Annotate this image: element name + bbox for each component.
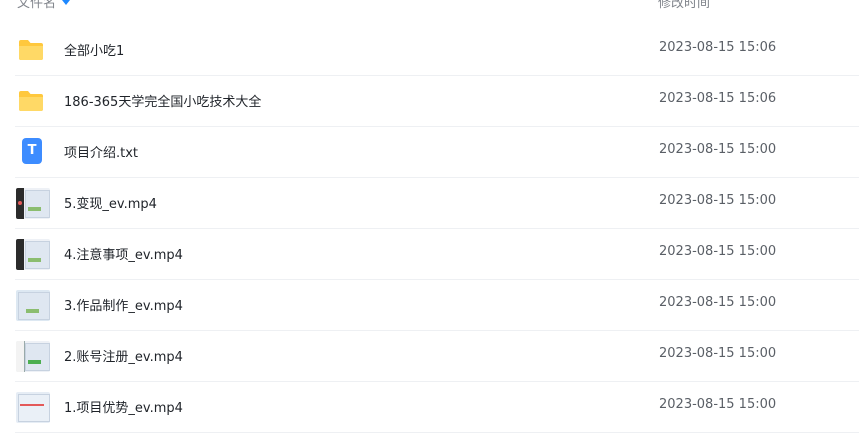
file-name[interactable]: 1.项目优势_ev.mp4 bbox=[64, 397, 183, 416]
file-modified-time: 2023-08-15 15:00 bbox=[659, 295, 777, 310]
file-list-page: 文件名 修改时间 全部小吃1 2023-08-15 15:06 186-365天… bbox=[0, 0, 859, 435]
file-row[interactable]: 1.项目优势_ev.mp4 2023-08-15 15:00 bbox=[15, 382, 859, 433]
file-modified-time: 2023-08-15 15:00 bbox=[659, 346, 777, 361]
file-modified-time: 2023-08-15 15:00 bbox=[659, 244, 777, 259]
file-row[interactable]: T 项目介绍.txt 2023-08-15 15:00 bbox=[15, 127, 859, 178]
folder-icon bbox=[19, 40, 43, 60]
file-name[interactable]: 186-365天学完全国小吃技术大全 bbox=[64, 91, 261, 110]
file-modified-time: 2023-08-15 15:06 bbox=[659, 40, 777, 55]
file-name[interactable]: 5.变现_ev.mp4 bbox=[64, 193, 157, 212]
file-modified-time: 2023-08-15 15:00 bbox=[659, 397, 777, 412]
file-row[interactable]: 4.注意事项_ev.mp4 2023-08-15 15:00 bbox=[15, 229, 859, 280]
file-name[interactable]: 4.注意事项_ev.mp4 bbox=[64, 244, 183, 263]
file-name[interactable]: 项目介绍.txt bbox=[64, 142, 138, 161]
file-modified-time: 2023-08-15 15:00 bbox=[659, 193, 777, 208]
txt-file-icon: T bbox=[22, 138, 42, 164]
video-thumbnail bbox=[16, 341, 50, 372]
file-modified-time: 2023-08-15 15:00 bbox=[659, 142, 777, 157]
file-name[interactable]: 3.作品制作_ev.mp4 bbox=[64, 295, 183, 314]
name-column-header[interactable]: 文件名 bbox=[17, 0, 71, 11]
file-name[interactable]: 2.账号注册_ev.mp4 bbox=[64, 346, 183, 365]
video-thumbnail bbox=[16, 239, 50, 270]
file-list-header: 文件名 修改时间 bbox=[0, 0, 859, 24]
video-thumbnail bbox=[16, 188, 50, 219]
video-thumbnail bbox=[16, 290, 50, 321]
file-row[interactable]: 186-365天学完全国小吃技术大全 2023-08-15 15:06 bbox=[15, 76, 859, 127]
name-column-label: 文件名 bbox=[17, 0, 57, 11]
file-name[interactable]: 全部小吃1 bbox=[64, 40, 124, 59]
file-row[interactable]: 全部小吃1 2023-08-15 15:06 bbox=[15, 25, 859, 76]
folder-icon bbox=[19, 91, 43, 111]
file-row[interactable]: 5.变现_ev.mp4 2023-08-15 15:00 bbox=[15, 178, 859, 229]
sort-descending-icon[interactable] bbox=[62, 0, 71, 5]
file-row[interactable]: 3.作品制作_ev.mp4 2023-08-15 15:00 bbox=[15, 280, 859, 331]
file-modified-time: 2023-08-15 15:06 bbox=[659, 91, 777, 106]
modified-time-column-header[interactable]: 修改时间 bbox=[658, 0, 710, 11]
file-row[interactable]: 2.账号注册_ev.mp4 2023-08-15 15:00 bbox=[15, 331, 859, 382]
video-thumbnail bbox=[16, 392, 50, 423]
